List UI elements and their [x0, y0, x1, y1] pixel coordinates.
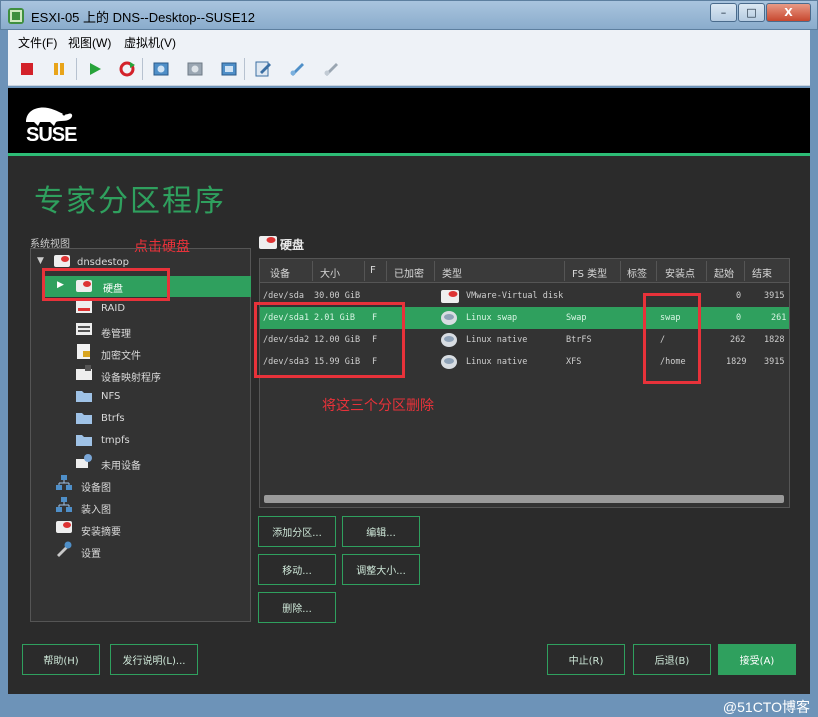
- raid-icon: [76, 301, 92, 313]
- maximize-button[interactable]: □: [738, 3, 765, 22]
- edit-settings-icon[interactable]: [252, 58, 274, 80]
- suse-logo: SUSE: [20, 102, 77, 146]
- suse-header: SUSE: [8, 88, 810, 156]
- hard-disk-icon: [259, 236, 277, 249]
- hard-disk-icon: [441, 290, 459, 303]
- table-header: 设备 大小 F 已加密 类型 FS 类型 标签 安装点 起始 结束: [260, 259, 789, 283]
- suse-brand-text: SUSE: [26, 124, 77, 146]
- col-mount-point[interactable]: 安装点: [665, 265, 695, 280]
- computer-icon: [54, 255, 70, 267]
- folder-icon: [76, 435, 92, 446]
- annotation-delete-three: 将这三个分区删除: [322, 398, 434, 414]
- col-size[interactable]: 大小: [320, 265, 340, 280]
- play-icon[interactable]: [84, 58, 106, 80]
- close-button[interactable]: X: [766, 3, 811, 22]
- menu-bar: 文件(F) 视图(W) 虚拟机(V): [8, 30, 810, 52]
- section-title: 硬盘: [280, 238, 305, 252]
- window-titlebar: ESXI-05 上的 DNS--Desktop--SUSE12 – □ X: [0, 0, 818, 30]
- col-encrypted[interactable]: 已加密: [394, 265, 424, 280]
- move-button[interactable]: 移动...: [258, 554, 336, 585]
- status-bar: @51CTO博客: [0, 694, 818, 717]
- col-type[interactable]: 类型: [442, 265, 462, 280]
- delete-button[interactable]: 删除...: [258, 592, 336, 623]
- back-button[interactable]: 后退(B): [633, 644, 711, 675]
- encrypted-file-icon: [77, 344, 90, 359]
- unused-device-icon: [76, 454, 92, 468]
- annotation-box-devices: [254, 302, 405, 378]
- vm-console-screen[interactable]: SUSE 专家分区程序 系统视图 ▼ dnsdestop ▶ 硬盘 RAID 卷…: [8, 88, 810, 694]
- col-start[interactable]: 起始: [714, 265, 734, 280]
- system-view-tree: ▼ dnsdestop ▶ 硬盘 RAID 卷管理 加密文件 设备映射程序 NF…: [30, 248, 251, 622]
- add-partition-button[interactable]: 添加分区...: [258, 516, 336, 547]
- pause-icon[interactable]: [48, 58, 70, 80]
- tools-icon[interactable]: [320, 58, 342, 80]
- vmware-console-icon: [8, 8, 24, 24]
- volume-icon: [76, 323, 92, 335]
- menu-file[interactable]: 文件(F): [18, 34, 57, 51]
- stop-icon[interactable]: [16, 58, 38, 80]
- settings-icon: [57, 541, 72, 557]
- watermark: @51CTO博客: [722, 699, 810, 715]
- horizontal-scrollbar[interactable]: [264, 495, 784, 503]
- folder-icon: [76, 391, 92, 402]
- col-f[interactable]: F: [370, 265, 376, 276]
- mount-graph-icon: [56, 497, 72, 512]
- partition-icon: [441, 333, 457, 347]
- snapshot-manager-icon[interactable]: [218, 58, 240, 80]
- partition-table: 设备 大小 F 已加密 类型 FS 类型 标签 安装点 起始 结束 /dev/s…: [259, 258, 790, 508]
- snapshot-icon[interactable]: [150, 58, 172, 80]
- device-mapper-icon: [76, 365, 92, 380]
- toolbar: [8, 52, 810, 86]
- annotation-box-disk: [42, 268, 170, 301]
- connect-device-icon[interactable]: [286, 58, 308, 80]
- menu-view[interactable]: 视图(W): [68, 34, 111, 51]
- annotation-click-disk: 点击硬盘: [134, 239, 190, 255]
- col-end[interactable]: 结束: [752, 265, 772, 280]
- abort-button[interactable]: 中止(R): [547, 644, 625, 675]
- device-graph-icon: [56, 475, 72, 490]
- edit-button[interactable]: 编辑...: [342, 516, 420, 547]
- expand-arrow-icon[interactable]: ▼: [37, 256, 44, 266]
- minimize-button[interactable]: –: [710, 3, 737, 22]
- resize-button[interactable]: 调整大小...: [342, 554, 420, 585]
- folder-icon: [76, 413, 92, 424]
- reset-icon[interactable]: [116, 58, 138, 80]
- accept-button[interactable]: 接受(A): [718, 644, 796, 675]
- help-button[interactable]: 帮助(H): [22, 644, 100, 675]
- partition-icon: [441, 355, 457, 369]
- menu-vm[interactable]: 虚拟机(V): [124, 34, 176, 51]
- summary-icon: [56, 521, 72, 533]
- release-notes-button[interactable]: 发行说明(L)...: [110, 644, 198, 675]
- col-label[interactable]: 标签: [627, 265, 647, 280]
- annotation-box-mountpoints: [643, 293, 701, 384]
- col-fs-type[interactable]: FS 类型: [572, 265, 607, 280]
- partition-icon: [441, 311, 457, 325]
- window-title: ESXI-05 上的 DNS--Desktop--SUSE12: [31, 10, 255, 25]
- col-device[interactable]: 设备: [270, 265, 290, 280]
- page-title: 专家分区程序: [34, 184, 226, 219]
- snapshot-revert-icon[interactable]: [184, 58, 206, 80]
